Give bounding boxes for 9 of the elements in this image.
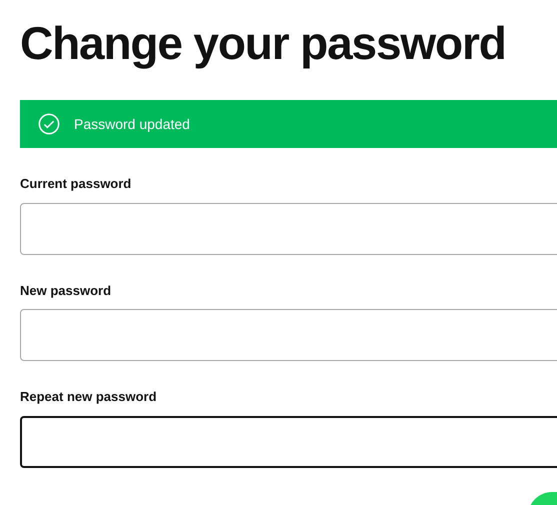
page-title: Change your password — [20, 18, 506, 68]
field-label: Repeat new password — [20, 388, 157, 406]
password-field[interactable] — [20, 416, 557, 468]
banner-message: Password updated — [74, 114, 190, 134]
password-field[interactable] — [20, 202, 557, 254]
check-circle-icon — [38, 113, 60, 135]
field-label: New password — [20, 282, 112, 300]
password-field[interactable] — [20, 309, 557, 361]
field-label: Current password — [20, 175, 132, 193]
